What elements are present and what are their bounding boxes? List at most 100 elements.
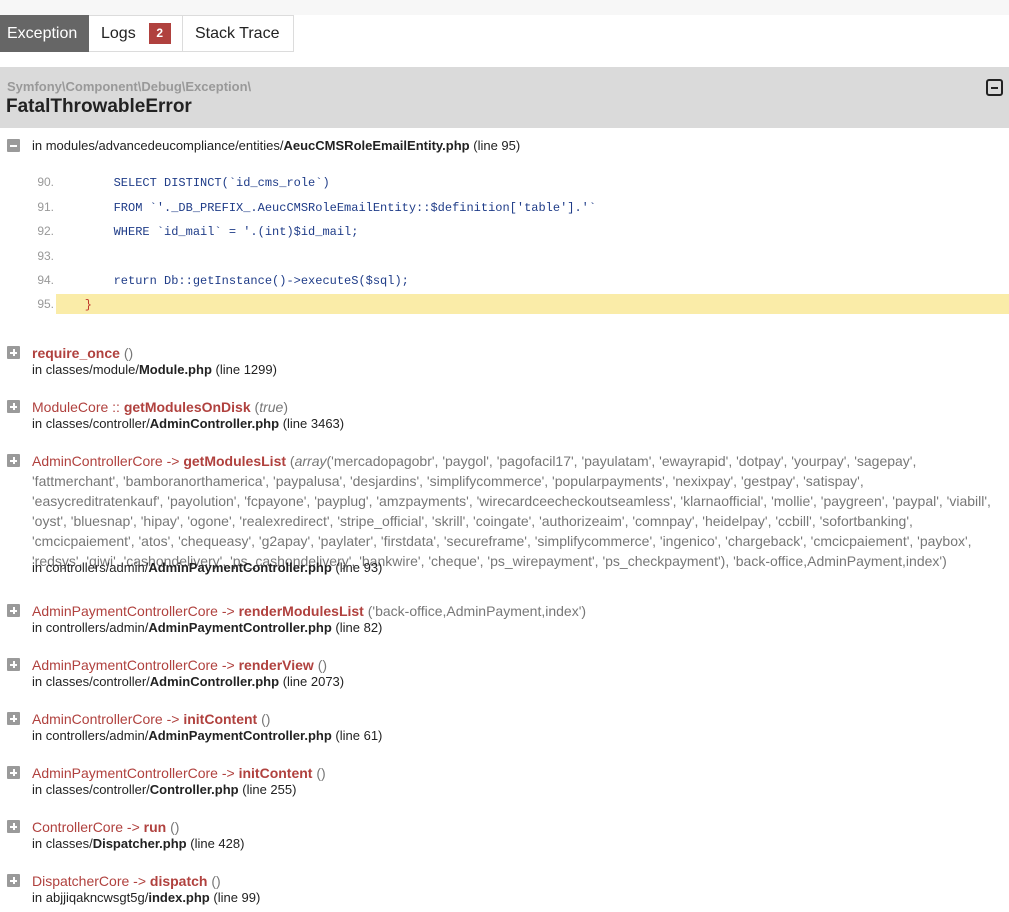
frame-location: in classes/controller/Controller.php (li… — [32, 782, 296, 797]
code-text: SELECT DISTINCT(`id_cms_role`) — [56, 176, 330, 190]
tab-exception-label: Exception — [7, 24, 78, 42]
code-line: 93. — [0, 246, 1009, 266]
frame-signature: DispatcherCore -> dispatch () — [32, 871, 992, 891]
frame-arguments: true — [259, 399, 284, 415]
location-line: (line 3463) — [282, 416, 345, 431]
location-path: in classes/controller/ — [32, 416, 150, 431]
frame-class: ModuleCore — [32, 399, 109, 415]
frame-location: in abjjiqakncwsgt5g/index.php (line 99) — [32, 890, 260, 905]
args-open: ( — [250, 399, 260, 415]
frame-function: dispatch — [149, 873, 208, 889]
args-open: ( — [207, 873, 217, 889]
location-line: (line 1299) — [215, 362, 277, 377]
args-open: ( — [312, 765, 322, 781]
expand-frame-icon[interactable] — [7, 658, 20, 671]
top-strip — [0, 0, 1009, 15]
location-line: (line 255) — [242, 782, 297, 797]
location-path: in classes/module/ — [32, 362, 139, 377]
expand-frame-icon[interactable] — [7, 400, 20, 413]
code-text: return Db::getInstance()->executeS($sql)… — [56, 274, 409, 288]
frame-class: AdminPaymentControllerCore — [32, 603, 218, 619]
args-close: ) — [581, 603, 587, 619]
location-file: index.php — [148, 890, 210, 905]
code-line: 94. return Db::getInstance()->executeS($… — [0, 270, 1009, 290]
location-line: (line 82) — [335, 620, 383, 635]
tab-stack-trace-label: Stack Trace — [195, 24, 280, 42]
tab-stack-trace[interactable]: Stack Trace — [183, 15, 294, 52]
location-file: AdminController.php — [149, 416, 280, 431]
location-path: in modules/advancedeucompliance/entities… — [32, 138, 284, 153]
location-line: (line 95) — [473, 138, 521, 153]
call-operator: :: — [108, 399, 124, 415]
expand-frame-icon[interactable] — [7, 712, 20, 725]
frame-location: in controllers/admin/AdminPaymentControl… — [32, 728, 382, 743]
call-operator: -> — [129, 873, 150, 889]
frame-location: in modules/advancedeucompliance/entities… — [32, 138, 520, 153]
frame-class: AdminControllerCore — [32, 453, 163, 469]
code-line: 90. SELECT DISTINCT(`id_cms_role`) — [0, 172, 1009, 192]
exception-namespace: Symfony\Component\Debug\Exception\ — [7, 79, 252, 94]
args-close: ) — [128, 345, 134, 361]
frame-function: initContent — [238, 765, 313, 781]
collapse-frame-icon[interactable] — [7, 139, 20, 152]
expand-frame-icon[interactable] — [7, 454, 20, 467]
code-text: WHERE `id_mail` = '.(int)$id_mail; — [56, 225, 359, 239]
line-number: 95. — [37, 297, 54, 311]
args-close: ) — [174, 819, 180, 835]
frame-signature: require_once () — [32, 343, 992, 363]
location-path: in controllers/admin/ — [32, 620, 149, 635]
frame-location: in controllers/admin/AdminPaymentControl… — [32, 620, 382, 635]
location-file: Dispatcher.php — [92, 836, 187, 851]
args-close: ) — [283, 399, 288, 415]
line-number: 90. — [37, 175, 54, 189]
call-operator: -> — [123, 819, 144, 835]
frame-signature: AdminControllerCore -> initContent () — [32, 709, 992, 729]
frame-signature: AdminPaymentControllerCore -> renderView… — [32, 655, 992, 675]
call-operator: -> — [217, 765, 239, 781]
call-operator: -> — [217, 603, 239, 619]
tab-bar: Exception Logs 2 Stack Trace — [0, 15, 294, 52]
expand-frame-icon[interactable] — [7, 874, 20, 887]
expand-frame-icon[interactable] — [7, 766, 20, 779]
frame-class: AdminControllerCore — [32, 711, 163, 727]
exception-header: Symfony\Component\Debug\Exception\ Fatal… — [0, 67, 1009, 128]
call-operator: -> — [162, 711, 184, 727]
exception-class-title: FatalThrowableError — [6, 96, 192, 117]
frame-class: AdminPaymentControllerCore — [32, 765, 218, 781]
location-file: AdminController.php — [149, 674, 280, 689]
location-line: (line 99) — [213, 890, 261, 905]
tab-logs-label: Logs — [101, 24, 136, 42]
logs-count-badge: 2 — [148, 23, 171, 44]
location-path: in controllers/admin/ — [32, 560, 149, 575]
frame-location: in classes/controller/AdminController.ph… — [32, 416, 344, 431]
args-close: ) — [265, 711, 271, 727]
tab-logs[interactable]: Logs 2 — [89, 15, 183, 52]
location-line: (line 428) — [190, 836, 245, 851]
location-file: Controller.php — [149, 782, 239, 797]
tab-exception[interactable]: Exception — [0, 15, 89, 52]
code-text: FROM `'._DB_PREFIX_.AeucCMSRoleEmailEnti… — [56, 201, 597, 215]
location-file: AdminPaymentController.php — [148, 728, 332, 743]
line-number: 91. — [37, 200, 54, 214]
args-close: ) — [216, 873, 221, 889]
args-close: ) — [322, 657, 328, 673]
expand-frame-icon[interactable] — [7, 604, 20, 617]
frame-function: require_once — [32, 345, 120, 361]
frame-signature: AdminPaymentControllerCore -> renderModu… — [32, 601, 992, 621]
frame-signature: AdminControllerCore -> getModulesList (a… — [32, 451, 992, 571]
frame-signature: AdminPaymentControllerCore -> initConten… — [32, 763, 992, 783]
args-type: array — [294, 453, 327, 469]
args-open: ( — [286, 453, 295, 469]
location-line: (line 61) — [335, 728, 383, 743]
expand-frame-icon[interactable] — [7, 346, 20, 359]
code-line: 95. } — [0, 294, 1009, 314]
args-open: ( — [257, 711, 266, 727]
frame-class: DispatcherCore — [32, 873, 130, 889]
frame-class: AdminPaymentControllerCore — [32, 657, 218, 673]
frame-arguments: 'back-office,AdminPayment,index' — [372, 603, 582, 619]
call-operator: -> — [162, 453, 184, 469]
location-file: Module.php — [138, 362, 212, 377]
expand-frame-icon[interactable] — [7, 820, 20, 833]
collapse-icon[interactable] — [986, 79, 1003, 96]
location-path: in controllers/admin/ — [32, 728, 149, 743]
